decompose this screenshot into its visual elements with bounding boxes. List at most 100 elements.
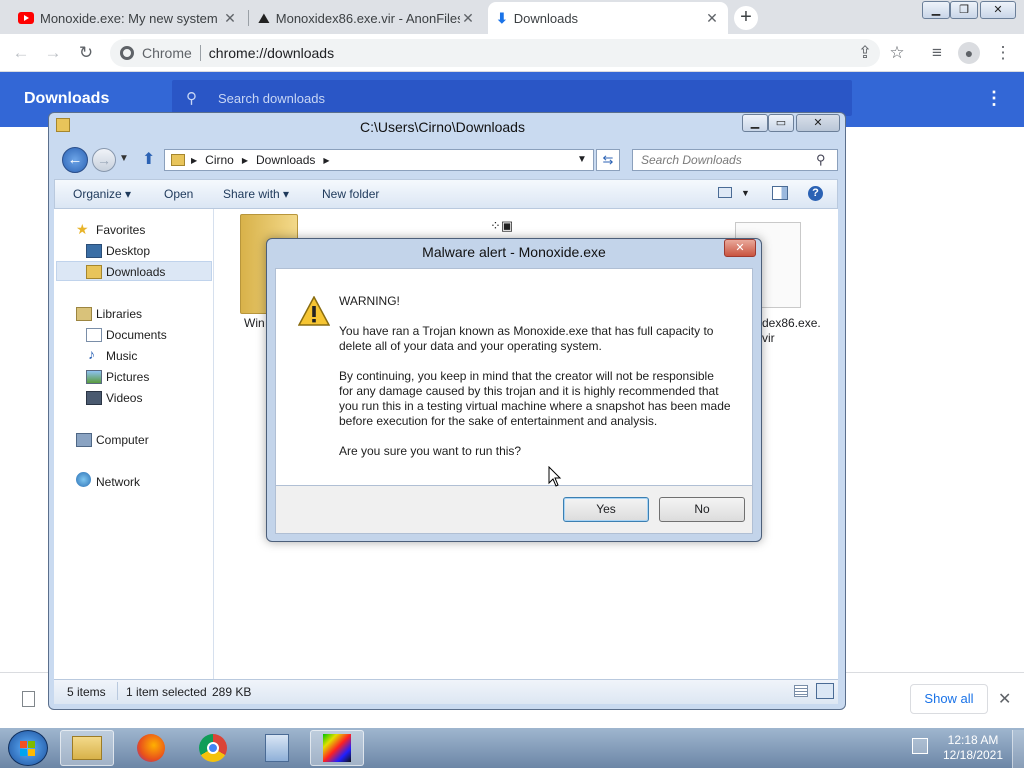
close-window-button[interactable]: ✕ xyxy=(980,1,1016,19)
taskbar-installer[interactable] xyxy=(250,730,304,766)
start-button[interactable] xyxy=(8,730,48,766)
breadcrumb-chevron-icon[interactable]: ▶ xyxy=(323,156,329,165)
minimize-button[interactable]: ▁ xyxy=(922,1,950,19)
status-divider xyxy=(117,682,118,700)
recent-pages-chevron-icon[interactable]: ▼ xyxy=(119,153,129,164)
nav-downloads[interactable]: Downloads xyxy=(106,265,165,279)
up-folder-icon[interactable]: ⬆ xyxy=(142,149,155,169)
breadcrumb-chevron-icon[interactable]: ▶ xyxy=(191,156,197,165)
tab-close-icon[interactable]: ✕ xyxy=(460,10,476,27)
status-item-count: 5 items xyxy=(67,685,106,699)
refresh-icon[interactable]: ⇆ xyxy=(596,149,620,171)
chrome-logo-icon xyxy=(120,46,134,60)
close-shelf-icon[interactable]: ✕ xyxy=(998,689,1011,709)
nav-favorites[interactable]: Favorites xyxy=(96,223,145,237)
tiles-view-icon[interactable] xyxy=(816,683,834,699)
breadcrumb-cirno[interactable]: Cirno xyxy=(205,153,234,167)
tab-close-icon[interactable]: ✕ xyxy=(704,10,720,27)
help-icon[interactable]: ? xyxy=(808,186,823,201)
address-dropdown-icon[interactable]: ▼ xyxy=(577,154,587,165)
nav-music[interactable]: Music xyxy=(106,349,137,363)
downloads-menu-icon[interactable]: ⋮ xyxy=(985,88,1003,109)
file-label[interactable]: Win xyxy=(244,316,265,330)
youtube-icon xyxy=(18,12,34,24)
warning-icon xyxy=(298,296,330,326)
new-folder-button[interactable]: New folder xyxy=(322,187,379,201)
tab-downloads[interactable]: ⬇ Downloads ✕ xyxy=(488,2,728,34)
explorer-close-button[interactable]: ✕ xyxy=(796,114,840,132)
dialog-close-button[interactable]: ✕ xyxy=(724,239,756,257)
new-tab-button[interactable]: + xyxy=(734,6,758,30)
magnifier-icon: ⚲ xyxy=(816,152,826,167)
network-tray-icon[interactable] xyxy=(912,738,928,754)
view-dropdown-icon[interactable]: ▼ xyxy=(741,188,750,198)
change-view-icon[interactable] xyxy=(718,187,732,198)
preview-pane-icon[interactable] xyxy=(772,186,788,200)
downloads-folder-icon xyxy=(86,265,102,279)
organize-button[interactable]: Organize ▾ xyxy=(73,187,131,201)
status-size: 289 KB xyxy=(212,685,252,699)
music-note-icon: ♪ xyxy=(88,346,95,362)
nav-libraries[interactable]: Libraries xyxy=(96,307,142,321)
media-control-icon[interactable]: ≡ xyxy=(926,42,948,64)
status-selected: 1 item selected xyxy=(126,685,207,699)
tab-close-icon[interactable]: ✕ xyxy=(222,10,238,27)
omnibox-separator xyxy=(199,45,201,61)
reload-icon[interactable]: ↻ xyxy=(75,42,97,64)
bookmark-star-icon[interactable]: ☆ xyxy=(886,42,908,64)
forward-arrow-icon[interactable]: → xyxy=(92,148,116,172)
share-icon[interactable]: ⇪ xyxy=(854,42,876,64)
show-all-button[interactable]: Show all xyxy=(910,684,988,714)
nav-network[interactable]: Network xyxy=(96,475,140,489)
breadcrumb-chevron-icon[interactable]: ▶ xyxy=(242,156,248,165)
details-view-icon[interactable] xyxy=(794,685,808,697)
windows-explorer-icon xyxy=(72,736,102,760)
taskbar-chrome[interactable] xyxy=(186,730,240,766)
documents-icon xyxy=(86,328,102,342)
explorer-address-bar[interactable]: ▶ Cirno ▶ Downloads ▶ xyxy=(164,149,594,171)
nav-pictures[interactable]: Pictures xyxy=(106,370,149,384)
maximize-button[interactable]: ❐ xyxy=(950,1,978,19)
no-button[interactable]: No xyxy=(659,497,745,522)
breadcrumb-downloads[interactable]: Downloads xyxy=(256,153,315,167)
exe-icon[interactable]: ⁘▣ xyxy=(490,218,513,234)
open-button[interactable]: Open xyxy=(164,187,193,201)
back-icon[interactable]: ← xyxy=(10,42,32,64)
chrome-menu-icon[interactable]: ⋮ xyxy=(992,42,1014,64)
file-label[interactable]: dex86.exe. xyxy=(762,316,821,330)
tab-separator xyxy=(248,10,249,26)
address-bar[interactable]: Chrome chrome://downloads xyxy=(110,39,880,67)
show-desktop-button[interactable] xyxy=(1012,730,1024,768)
dialog-heading: WARNING! xyxy=(339,294,400,308)
profile-icon[interactable]: ● xyxy=(958,42,980,64)
organize-label: Organize xyxy=(73,187,122,201)
installer-icon xyxy=(265,734,289,762)
clock-time: 12:18 AM xyxy=(947,733,999,747)
system-clock[interactable]: 12:18 AM 12/18/2021 xyxy=(938,733,1008,763)
downloads-title: Downloads xyxy=(24,90,110,107)
tab-title: Monoxidex86.exe.vir - AnonFiles xyxy=(275,10,460,26)
nav-computer[interactable]: Computer xyxy=(96,433,149,447)
explorer-minimize-button[interactable]: ▁ xyxy=(742,114,768,132)
dialog-paragraph-2: By continuing, you keep in mind that the… xyxy=(339,369,731,428)
share-with-button[interactable]: Share with ▾ xyxy=(223,187,289,201)
taskbar-monoxide[interactable] xyxy=(310,730,364,766)
explorer-maximize-button[interactable]: ▭ xyxy=(768,114,794,132)
tab-anonfiles[interactable]: ⛰ Monoxidex86.exe.vir - AnonFiles ✕ xyxy=(250,2,484,34)
nav-videos[interactable]: Videos xyxy=(106,391,142,405)
tab-monoxide-video[interactable]: Monoxide.exe: My new system d ✕ xyxy=(10,2,246,34)
dialog-question: Are you sure you want to run this? xyxy=(339,444,522,458)
back-arrow-icon[interactable]: ← xyxy=(62,147,88,173)
nav-documents[interactable]: Documents xyxy=(106,328,167,342)
forward-icon[interactable]: → xyxy=(42,42,64,64)
downloads-search-placeholder: Search downloads xyxy=(218,91,325,106)
yes-button[interactable]: Yes xyxy=(563,497,649,522)
folder-icon xyxy=(171,154,185,166)
file-label[interactable]: vir xyxy=(762,331,775,345)
taskbar-firefox[interactable] xyxy=(124,730,178,766)
taskbar-explorer[interactable] xyxy=(60,730,114,766)
firefox-icon xyxy=(137,734,165,762)
site-label: Chrome xyxy=(142,45,192,61)
explorer-search-input[interactable]: Search Downloads xyxy=(632,149,838,171)
nav-desktop[interactable]: Desktop xyxy=(106,244,150,258)
